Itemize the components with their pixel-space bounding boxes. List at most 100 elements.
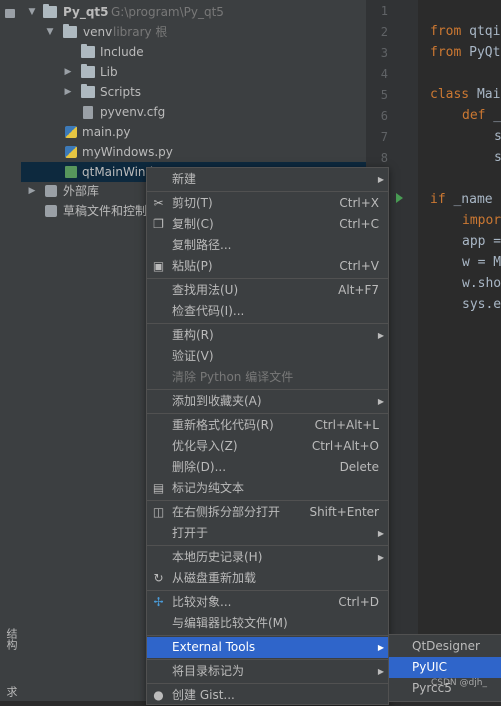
tree-row-pyvenv[interactable]: pyvenv.cfg <box>21 102 366 122</box>
menu-item-cut[interactable]: ✂ 剪切(T) Ctrl+X <box>147 193 388 214</box>
menu-item-validate[interactable]: 验证(V) <box>147 346 388 367</box>
menu-item-paste[interactable]: ▣ 粘贴(P) Ctrl+V <box>147 256 388 277</box>
code-line-3: from PyQt <box>430 45 501 60</box>
submenu-arrow-icon: ▶ <box>377 331 384 340</box>
menu-item-clean-python: 清除 Python 编译文件 <box>172 370 294 384</box>
chevron-down-icon[interactable]: ▼ <box>27 2 37 22</box>
line-number: 6 <box>380 109 388 123</box>
line-number: 7 <box>380 130 388 144</box>
line-number: 3 <box>380 46 388 60</box>
menu-item-compare-editor[interactable]: 与编辑器比较文件(M) <box>147 613 388 634</box>
watermark-text: CSDN @djh_ <box>431 678 487 688</box>
tree-item-label: 草稿文件和控制 <box>63 204 148 218</box>
venv-folder-name: venv <box>83 25 113 39</box>
code-line-13: w = M <box>462 255 501 270</box>
menu-separator <box>147 659 388 660</box>
plain-text-icon: ▤ <box>152 481 165 495</box>
context-menu: 新建 ▶ ✂ 剪切(T) Ctrl+X ❐ 复制(C) Ctrl+C 复制路径... ▣ 粘… <box>146 167 389 705</box>
menu-item-reformat[interactable]: 重新格式化代码(R) Ctrl+Alt+L <box>147 415 388 436</box>
line-number: 4 <box>380 67 388 81</box>
menu-item-optimize-imports[interactable]: 优化导入(Z) Ctrl+Alt+O <box>147 436 388 457</box>
menu-item-external-tools[interactable]: External Tools ▶ <box>147 637 388 658</box>
tree-item-label: pyvenv.cfg <box>100 105 166 119</box>
line-number: 2 <box>380 25 388 39</box>
menu-item-new[interactable]: 新建 ▶ <box>147 169 388 190</box>
tree-row-main-py[interactable]: main.py <box>21 122 366 142</box>
code-line-2: from qtqi <box>430 24 501 39</box>
tree-row-scripts[interactable]: ▶ Scripts <box>21 82 366 102</box>
folder-icon <box>81 44 95 58</box>
menu-separator <box>147 683 388 684</box>
chevron-down-icon[interactable]: ▼ <box>45 22 55 42</box>
menu-item-refactor[interactable]: 重构(R) ▶ <box>147 325 388 346</box>
menu-separator <box>147 191 388 192</box>
tree-row-lib[interactable]: ▶ Lib <box>21 62 366 82</box>
root-folder-path: G:\program\Py_qt5 <box>111 5 224 19</box>
submenu-arrow-icon: ▶ <box>377 643 384 652</box>
tree-item-label: main.py <box>82 125 131 139</box>
tree-item-label: Lib <box>100 65 118 79</box>
code-line-10: if _name <box>430 192 493 207</box>
menu-item-open-in[interactable]: 打开于 ▶ <box>147 523 388 544</box>
compare-icon: ✢ <box>153 595 164 609</box>
menu-item-create-gist[interactable]: ● 创建 Gist... <box>147 685 388 706</box>
code-line-14: w.sho <box>462 276 501 291</box>
ui-file-icon <box>65 166 77 178</box>
menu-separator <box>147 635 388 636</box>
split-view-icon: ◫ <box>152 505 165 519</box>
menu-separator <box>147 545 388 546</box>
menu-item-copy-path[interactable]: 复制路径... <box>147 235 388 256</box>
tree-row-include[interactable]: Include <box>21 42 366 62</box>
line-number: 1 <box>380 4 388 18</box>
menu-item-delete[interactable]: 删除(D)... Delete <box>147 457 388 478</box>
menu-item-reload-from-disk[interactable]: ↻ 从磁盘重新加载 <box>147 568 388 589</box>
code-line-6: def _ <box>462 108 501 123</box>
submenu-arrow-icon: ▶ <box>377 529 384 538</box>
tree-row-root[interactable]: ▼ Py_qt5 G:\program\Py_qt5 <box>21 2 366 22</box>
tree-item-label: Include <box>100 45 144 59</box>
scratches-icon <box>45 205 57 217</box>
python-file-icon <box>65 146 77 158</box>
chevron-right-icon[interactable]: ▶ <box>27 181 37 201</box>
menu-item-find-usages[interactable]: 查找用法(U) Alt+F7 <box>147 280 388 301</box>
code-line-8: s <box>494 150 501 165</box>
chevron-right-icon[interactable]: ▶ <box>63 62 73 82</box>
reload-icon: ↻ <box>153 571 164 585</box>
tree-row-mywindows-py[interactable]: myWindows.py <box>21 142 366 162</box>
submenu-arrow-icon: ▶ <box>377 175 384 184</box>
project-tool-icon[interactable] <box>5 9 15 18</box>
submenu-item-pyuic[interactable]: PyUIC <box>389 657 501 678</box>
menu-separator <box>147 278 388 279</box>
tree-item-label: myWindows.py <box>82 145 173 159</box>
menu-item-inspect-code[interactable]: 检查代码(I)... <box>147 301 388 322</box>
code-line-5: class Mai <box>430 87 501 102</box>
menu-item-compare-with[interactable]: ✢ 比较对象... Ctrl+D <box>147 592 388 613</box>
menu-item-local-history[interactable]: 本地历史记录(H) ▶ <box>147 547 388 568</box>
python-file-icon <box>65 126 77 138</box>
submenu-item-qtdesigner[interactable]: QtDesigner <box>389 636 501 657</box>
menu-item-mark-plain-text[interactable]: ▤ 标记为纯文本 <box>147 478 388 499</box>
root-folder-name: Py_qt5 <box>63 5 109 19</box>
tree-row-venv[interactable]: ▼ venv library 根 <box>21 22 366 42</box>
submenu-arrow-icon: ▶ <box>377 553 384 562</box>
structure-tool-tab[interactable]: 结构 <box>3 628 19 650</box>
clipboard-icon: ▣ <box>152 259 165 273</box>
library-icon <box>45 185 57 197</box>
external-tools-submenu: QtDesigner PyUIC Pyrcc5 <box>388 634 501 702</box>
menu-item-add-favorites[interactable]: 添加到收藏夹(A) ▶ <box>147 391 388 412</box>
submenu-arrow-icon: ▶ <box>377 397 384 406</box>
tree-item-label: qtMainWind <box>82 165 154 179</box>
menu-item-copy[interactable]: ❐ 复制(C) Ctrl+C <box>147 214 388 235</box>
menu-item-mark-directory[interactable]: 将目录标记为 ▶ <box>147 661 388 682</box>
config-file-icon <box>83 106 93 119</box>
folder-icon <box>81 84 95 98</box>
tree-item-label: Scripts <box>100 85 142 99</box>
menu-separator <box>147 323 388 324</box>
copy-icon: ❐ <box>153 217 164 231</box>
menu-item-open-split[interactable]: ◫ 在右侧拆分部分打开 Shift+Enter <box>147 502 388 523</box>
chevron-right-icon[interactable]: ▶ <box>63 82 73 102</box>
line-number: 5 <box>380 88 388 102</box>
bottom-tool-tab[interactable]: 求 <box>3 686 19 697</box>
code-line-7: s <box>494 129 501 144</box>
run-gutter-icon[interactable] <box>396 193 403 203</box>
